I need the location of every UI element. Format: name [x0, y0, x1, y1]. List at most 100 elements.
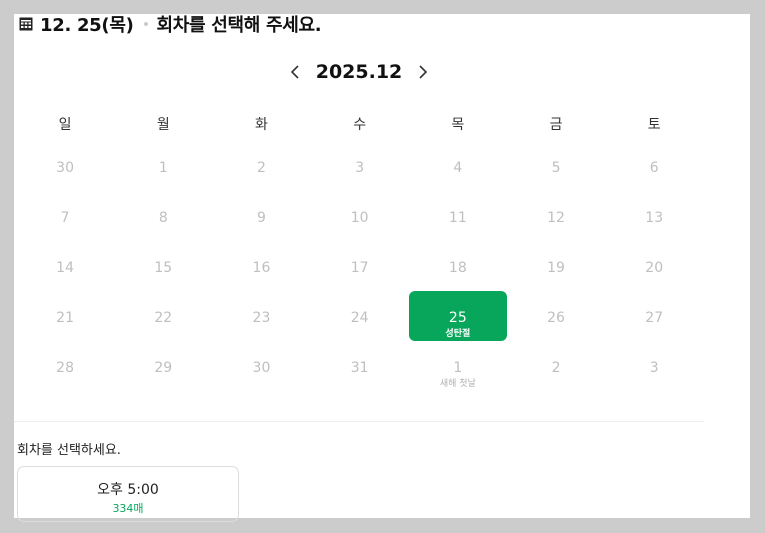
weekday-label: 수	[353, 117, 367, 133]
day-number: 13	[645, 210, 664, 226]
day-cell[interactable]: 1	[114, 157, 212, 207]
day-cell[interactable]: 23	[212, 307, 310, 357]
calendar-icon	[19, 17, 33, 31]
selected-date-header: 12. 25(목) 회차를 선택해 주세요.	[19, 14, 322, 36]
day-cell[interactable]: 11	[409, 207, 507, 257]
session-option-button[interactable]: 오후 5:00 334매	[17, 466, 239, 522]
day-number: 7	[60, 210, 70, 226]
day-number: 23	[252, 310, 271, 326]
chevron-left-icon	[290, 65, 299, 79]
day-cell-selected[interactable]: 25 성탄절	[408, 291, 507, 357]
day-number: 19	[547, 260, 565, 276]
day-number: 1	[158, 160, 168, 176]
day-cell[interactable]: 27	[605, 307, 703, 357]
day-cell[interactable]: 8	[114, 207, 212, 257]
weekday-label: 토	[647, 117, 661, 133]
week-row: 14 15 16 17 18 19 20	[16, 257, 703, 307]
day-number: 12	[547, 210, 565, 226]
session-prompt: 회차를 선택하세요.	[17, 443, 121, 458]
day-cell[interactable]: 5	[507, 157, 605, 207]
day-cell[interactable]: 3	[311, 157, 409, 207]
day-number: 28	[56, 360, 74, 376]
month-navigation: 2025.12	[14, 59, 704, 85]
day-number: 14	[56, 260, 74, 276]
day-number: 26	[547, 310, 565, 326]
day-cell[interactable]: 26	[507, 307, 605, 357]
day-number: 15	[154, 260, 173, 276]
day-number: 20	[645, 260, 664, 276]
selected-date-label: 12. 25(목)	[40, 15, 134, 36]
day-cell[interactable]: 15	[114, 257, 212, 307]
weekday-label: 화	[255, 117, 268, 133]
prev-month-button[interactable]	[284, 61, 306, 83]
day-number: 17	[350, 260, 369, 276]
day-cell[interactable]: 4	[409, 157, 507, 207]
day-cell[interactable]: 21	[16, 307, 114, 357]
day-number: 18	[448, 260, 467, 276]
day-number: 27	[645, 310, 664, 326]
day-number: 22	[154, 310, 173, 326]
day-number: 3	[355, 160, 365, 176]
holiday-label: 새해 첫날	[439, 379, 476, 389]
day-cell[interactable]: 7	[16, 207, 114, 257]
weekday-label: 월	[156, 117, 170, 133]
day-cell[interactable]: 30	[212, 357, 310, 407]
day-number: 9	[257, 210, 266, 226]
session-time: 오후 5:00	[97, 482, 159, 498]
day-cell[interactable]: 30	[16, 157, 114, 207]
day-cell[interactable]: 2	[507, 357, 605, 407]
day-number: 29	[154, 360, 173, 376]
day-cell[interactable]: 10	[311, 207, 409, 257]
day-cell[interactable]: 20	[605, 257, 703, 307]
week-row: 28 29 30 31 1 새해 첫날 2 3	[16, 357, 703, 407]
instruction-label: 회차를 선택해 주세요.	[156, 15, 322, 36]
day-number: 10	[350, 210, 369, 226]
day-cell[interactable]: 13	[605, 207, 703, 257]
day-number: 2	[551, 360, 561, 376]
day-cell[interactable]: 2	[212, 157, 310, 207]
day-number: 11	[448, 210, 467, 226]
day-cell[interactable]: 17	[311, 257, 409, 307]
day-cell[interactable]: 1 새해 첫날	[409, 357, 507, 407]
day-number: 6	[649, 160, 659, 176]
day-number: 16	[252, 260, 271, 276]
divider	[14, 421, 704, 422]
day-number: 21	[56, 310, 74, 326]
day-number: 5	[551, 160, 561, 176]
day-number: 30	[252, 360, 271, 376]
weekday-label: 목	[451, 117, 465, 133]
day-cell[interactable]: 12	[507, 207, 605, 257]
day-cell[interactable]: 24	[311, 307, 409, 357]
day-cell[interactable]: 28	[16, 357, 114, 407]
separator-dot	[143, 22, 148, 26]
day-number: 2	[257, 160, 266, 176]
day-cell[interactable]: 9	[212, 207, 310, 257]
day-number: 30	[56, 160, 74, 176]
day-cell[interactable]: 22	[114, 307, 212, 357]
day-cell[interactable]: 19	[507, 257, 605, 307]
day-cell[interactable]: 31	[311, 357, 409, 407]
day-cell[interactable]: 3	[605, 357, 703, 407]
holiday-label: 성탄절	[445, 329, 471, 339]
week-row: 21 22 23 24 25 성탄절 26 27	[16, 291, 703, 357]
day-cell[interactable]: 29	[114, 357, 212, 407]
chevron-right-icon	[419, 65, 428, 79]
day-number: 31	[350, 360, 369, 376]
weekday-label: 일	[58, 117, 72, 133]
weekday-header-row: 일월화수목금토	[16, 114, 703, 136]
month-title: 2025.12	[315, 61, 403, 83]
day-cell[interactable]: 6	[605, 157, 703, 207]
day-number: 8	[158, 210, 168, 226]
weekday-label: 금	[549, 117, 563, 133]
week-row: 30 1 2 3 4 5 6	[16, 157, 703, 207]
day-number: 24	[350, 310, 369, 326]
day-cell[interactable]: 16	[212, 257, 310, 307]
calendar-grid: 일월화수목금토 30 1 2 3 4 5 6 7 8 9 10 11 12 13 14 15 16 17 18 19 2…	[16, 114, 703, 407]
week-row: 7 8 9 10 11 12 13	[16, 207, 703, 257]
next-month-button[interactable]	[412, 61, 434, 83]
day-cell[interactable]: 14	[16, 257, 114, 307]
day-number: 4	[453, 160, 463, 176]
day-number: 3	[649, 360, 659, 376]
booking-panel: 12. 25(목) 회차를 선택해 주세요. 2025.12 일 월 화 수 목 금 토 3…	[14, 14, 750, 522]
session-seats: 334매	[112, 502, 144, 515]
